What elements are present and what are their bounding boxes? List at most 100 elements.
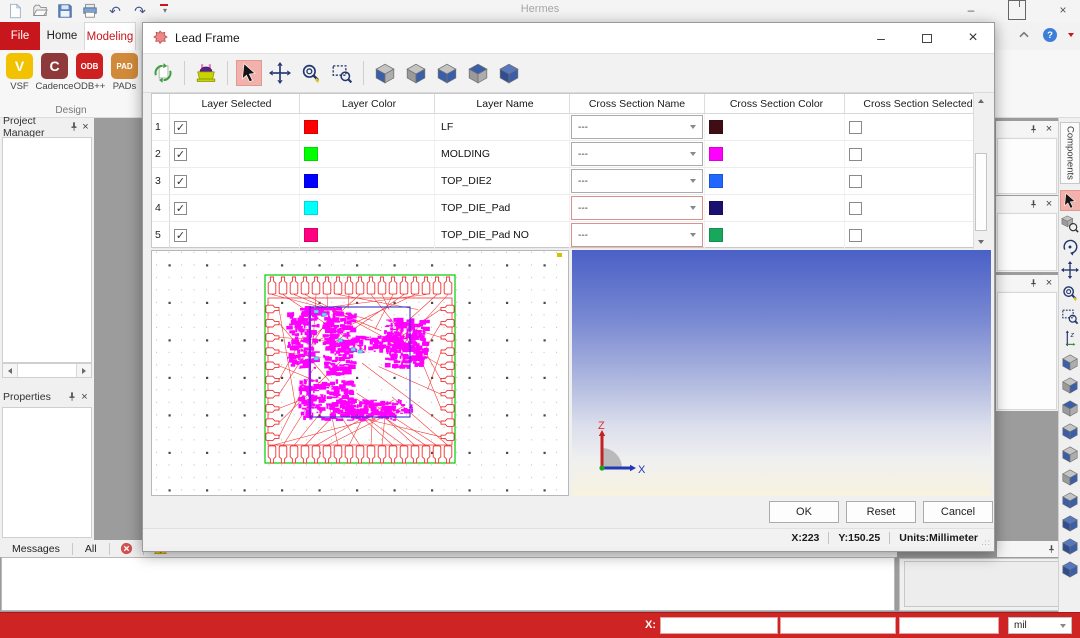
layer-color-swatch[interactable] — [304, 120, 318, 134]
help-dropdown-icon[interactable] — [1068, 33, 1074, 37]
tab-file[interactable]: File — [0, 22, 40, 50]
layer-row-2[interactable]: 2✓MOLDING--- — [152, 141, 987, 168]
viewport-2d[interactable] — [151, 250, 569, 496]
z-coordinate-input[interactable] — [899, 617, 999, 634]
tab-components[interactable]: Components — [1060, 122, 1080, 184]
molding-view-button[interactable] — [193, 60, 219, 86]
column-header-layer-color[interactable]: Layer Color — [300, 94, 435, 113]
zoom-tool-button[interactable] — [1060, 282, 1080, 303]
cross-section-name-dropdown[interactable]: --- — [571, 196, 703, 220]
z-scale-button[interactable]: z — [1060, 328, 1080, 349]
errors-filter-icon[interactable] — [110, 542, 143, 555]
view-cube-5-button[interactable] — [1060, 443, 1080, 464]
tab-modeling[interactable]: Modeling — [84, 22, 136, 50]
right-panel-1-body[interactable] — [997, 138, 1057, 194]
dialog-titlebar[interactable]: Lead Frame – × — [143, 23, 994, 53]
tab-all[interactable]: All — [73, 540, 109, 557]
dialog-close-button[interactable]: × — [962, 25, 984, 51]
cross-section-selected-checkbox[interactable] — [849, 229, 862, 242]
view-cube-7-button[interactable] — [1060, 489, 1080, 510]
pan-tool-button[interactable] — [267, 60, 293, 86]
layer-color-swatch[interactable] — [304, 228, 318, 242]
column-header-cross-section-color[interactable]: Cross Section Color — [705, 94, 845, 113]
cross-section-name-dropdown[interactable]: --- — [571, 169, 703, 193]
window-close-button[interactable]: × — [1054, 0, 1072, 20]
right-panel-2-body[interactable] — [997, 213, 1057, 271]
view-cube-bottom-button[interactable] — [434, 60, 460, 86]
pin-icon[interactable] — [1027, 277, 1039, 289]
layer-row-5[interactable]: 5✓TOP_DIE_Pad NO--- — [152, 222, 987, 249]
x-coordinate-input[interactable] — [660, 617, 778, 634]
pin-icon[interactable] — [65, 390, 78, 403]
cross-section-color-swatch[interactable] — [709, 120, 723, 134]
pin-icon[interactable] — [69, 120, 80, 133]
layer-color-swatch[interactable] — [304, 147, 318, 161]
layer-selected-checkbox[interactable]: ✓ — [174, 121, 187, 134]
view-cube-8-button[interactable] — [1060, 512, 1080, 533]
zoom-tool-button[interactable] — [298, 60, 324, 86]
dialog-minimize-button[interactable]: – — [870, 25, 892, 51]
close-icon[interactable]: × — [1043, 123, 1055, 135]
right-panel-3-body[interactable] — [997, 292, 1057, 410]
resize-grip-icon[interactable]: .:: — [981, 538, 991, 547]
cross-section-selected-checkbox[interactable] — [849, 175, 862, 188]
rotate-tool-button[interactable] — [1060, 236, 1080, 257]
close-icon[interactable]: × — [1043, 198, 1055, 210]
close-icon[interactable]: × — [1043, 277, 1055, 289]
ribbon-button-cadence[interactable]: CCadence — [37, 52, 72, 92]
examine-tool-button[interactable] — [1060, 213, 1080, 234]
project-manager-hscrollbar[interactable] — [2, 363, 92, 378]
layer-selected-checkbox[interactable]: ✓ — [174, 229, 187, 242]
help-icon[interactable]: ? — [1042, 27, 1058, 43]
reset-button[interactable]: Reset — [846, 501, 916, 523]
layer-row-3[interactable]: 3✓TOP_DIE2--- — [152, 168, 987, 195]
cross-section-color-swatch[interactable] — [709, 201, 723, 215]
select-tool-button[interactable] — [1060, 190, 1080, 211]
zoom-window-button[interactable] — [329, 60, 355, 86]
pin-icon[interactable] — [1027, 123, 1039, 135]
view-cube-left-button[interactable] — [372, 60, 398, 86]
scrollbar-thumb[interactable] — [975, 153, 987, 231]
column-header-layer-selected[interactable]: Layer Selected — [170, 94, 300, 113]
ribbon-button-vsf[interactable]: VVSF — [2, 52, 37, 92]
scroll-right-icon[interactable] — [77, 364, 91, 377]
column-header-cross-section-name[interactable]: Cross Section Name — [570, 94, 705, 113]
scroll-left-icon[interactable] — [3, 364, 17, 377]
cross-section-name-dropdown[interactable]: --- — [571, 223, 703, 247]
cross-section-selected-checkbox[interactable] — [849, 148, 862, 161]
cross-section-selected-checkbox[interactable] — [849, 202, 862, 215]
layer-color-swatch[interactable] — [304, 201, 318, 215]
ribbon-button-odb[interactable]: ODBODB++ — [72, 52, 107, 92]
pin-icon[interactable] — [1027, 198, 1039, 210]
cross-section-name-dropdown[interactable]: --- — [571, 115, 703, 139]
cross-section-name-dropdown[interactable]: --- — [571, 142, 703, 166]
view-cube-1-button[interactable] — [1060, 351, 1080, 372]
tab-messages[interactable]: Messages — [0, 540, 72, 557]
view-cube-4-button[interactable] — [1060, 420, 1080, 441]
unit-select[interactable]: mil — [1008, 617, 1072, 634]
select-tool-button[interactable] — [236, 60, 262, 86]
reload-button[interactable] — [150, 60, 176, 86]
zoom-window-button[interactable] — [1060, 305, 1080, 326]
cross-section-color-swatch[interactable] — [709, 147, 723, 161]
window-minimize-button[interactable]: – — [962, 0, 980, 20]
view-cube-front-button[interactable] — [465, 60, 491, 86]
bottom-right-panel-body[interactable] — [904, 561, 1072, 607]
scroll-up-icon[interactable] — [974, 93, 988, 108]
close-icon[interactable]: × — [80, 120, 91, 133]
close-icon[interactable]: × — [78, 390, 91, 403]
cross-section-selected-checkbox[interactable] — [849, 121, 862, 134]
viewport-3d[interactable]: Z X — [572, 250, 991, 496]
view-cube-2-button[interactable] — [1060, 374, 1080, 395]
pan-tool-button[interactable] — [1060, 259, 1080, 280]
cross-section-color-swatch[interactable] — [709, 228, 723, 242]
layer-color-swatch[interactable] — [304, 174, 318, 188]
ribbon-collapse-icon[interactable] — [1016, 27, 1032, 43]
column-header-layer-name[interactable]: Layer Name — [435, 94, 570, 113]
layer-selected-checkbox[interactable]: ✓ — [174, 202, 187, 215]
pin-icon[interactable] — [1045, 543, 1057, 555]
cancel-button[interactable]: Cancel — [923, 501, 993, 523]
layer-row-4[interactable]: 4✓TOP_DIE_Pad--- — [152, 195, 987, 222]
y-coordinate-input[interactable] — [780, 617, 896, 634]
column-header-cross-section-selected[interactable]: Cross Section Selected — [845, 94, 987, 113]
